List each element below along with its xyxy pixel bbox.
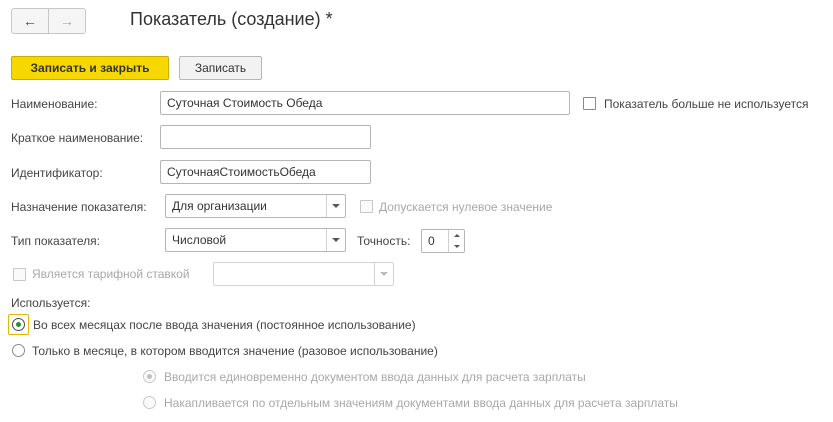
suboption-single-label: Вводится единовременно документом ввода … — [164, 370, 586, 384]
back-button[interactable]: ← — [12, 9, 48, 33]
zero-allowed-checkbox[interactable] — [360, 200, 373, 213]
name-label: Наименование: — [11, 97, 98, 111]
tariff-select[interactable] — [213, 262, 394, 286]
suboption-radio-single[interactable] — [143, 370, 156, 383]
usage-label: Используется: — [11, 296, 91, 310]
suboption-accumulated-label: Накапливается по отдельным значениям док… — [164, 396, 678, 410]
radio-focus-frame — [8, 314, 29, 335]
forward-button[interactable]: → — [48, 9, 85, 33]
short-name-label: Краткое наименование: — [11, 131, 144, 145]
usage-option-once-label: Только в месяце, в котором вводится знач… — [32, 344, 438, 358]
purpose-label: Назначение показателя: — [11, 200, 147, 214]
zero-allowed-label: Допускается нулевое значение — [379, 200, 553, 214]
precision-label: Точность: — [357, 234, 411, 248]
unused-label: Показатель больше не используется — [604, 97, 809, 111]
nav-buttons: ← → — [11, 8, 86, 34]
purpose-value: Для организации — [172, 199, 267, 213]
precision-spinner[interactable]: 0 — [421, 229, 465, 253]
tariff-checkbox[interactable] — [13, 268, 26, 281]
short-name-input[interactable] — [160, 125, 371, 149]
radio-dot — [16, 322, 21, 327]
page-title: Показатель (создание) * — [130, 9, 333, 29]
identifier-label: Идентификатор: — [11, 166, 103, 180]
tariff-dropdown-button[interactable] — [374, 263, 393, 285]
tariff-value — [214, 263, 374, 285]
type-label: Тип показателя: — [11, 234, 100, 248]
name-input[interactable]: Суточная Стоимость Обеда — [160, 91, 570, 115]
radio-dot — [147, 374, 152, 379]
type-select[interactable]: Числовой — [165, 228, 346, 252]
spin-down-button[interactable] — [449, 241, 464, 252]
suboption-radio-accumulated[interactable] — [143, 396, 156, 409]
type-value: Числовой — [172, 233, 227, 247]
chevron-down-icon — [453, 245, 460, 248]
save-and-close-button[interactable]: Записать и закрыть — [11, 56, 169, 80]
arrow-left-icon: ← — [23, 13, 37, 29]
spin-up-button[interactable] — [449, 230, 464, 241]
chevron-down-icon — [380, 272, 388, 276]
unused-checkbox[interactable] — [583, 97, 596, 110]
chevron-up-icon — [453, 234, 460, 237]
usage-radio-once[interactable] — [12, 344, 25, 357]
tariff-label: Является тарифной ставкой — [32, 267, 190, 281]
purpose-select[interactable]: Для организации — [165, 194, 346, 218]
purpose-dropdown-button[interactable] — [326, 195, 345, 217]
arrow-right-icon: → — [60, 13, 74, 29]
save-button[interactable]: Записать — [179, 56, 262, 80]
identifier-input[interactable]: СуточнаяСтоимостьОбеда — [160, 160, 371, 184]
usage-option-permanent-label: Во всех месяцах после ввода значения (по… — [33, 318, 416, 332]
chevron-down-icon — [332, 204, 340, 208]
type-dropdown-button[interactable] — [326, 229, 345, 251]
usage-radio-permanent[interactable] — [12, 318, 25, 331]
precision-value: 0 — [428, 234, 435, 248]
chevron-down-icon — [332, 238, 340, 242]
